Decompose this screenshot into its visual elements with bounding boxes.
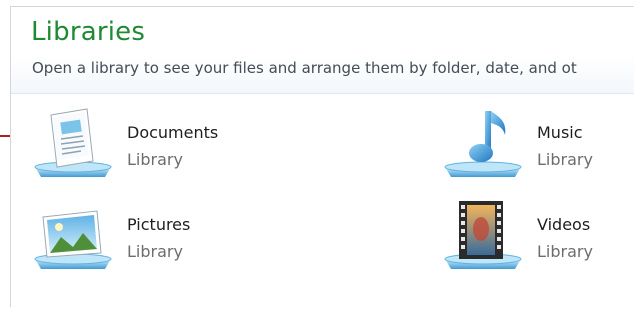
libraries-header: Libraries Open a library to see your fil… bbox=[11, 7, 634, 94]
library-item-pictures[interactable]: Pictures Library bbox=[31, 199, 221, 271]
library-item-documents[interactable]: Documents Library bbox=[31, 107, 221, 179]
library-item-videos[interactable]: Videos Library bbox=[441, 199, 631, 271]
library-type-pictures: Library bbox=[127, 242, 183, 261]
pictures-library-icon bbox=[34, 210, 112, 269]
page-title: Libraries bbox=[31, 17, 146, 47]
libraries-panel: Libraries Open a library to see your fil… bbox=[10, 6, 634, 307]
library-name-videos: Videos bbox=[537, 215, 591, 234]
library-name-music: Music bbox=[537, 123, 583, 142]
page-subtitle: Open a library to see your files and arr… bbox=[32, 59, 577, 77]
library-type-music: Library bbox=[537, 150, 593, 169]
library-name-pictures: Pictures bbox=[127, 215, 191, 234]
library-name-documents: Documents bbox=[127, 123, 219, 142]
documents-library-icon bbox=[34, 108, 112, 177]
library-type-documents: Library bbox=[127, 150, 183, 169]
library-type-videos: Library bbox=[537, 242, 593, 261]
library-item-music[interactable]: Music Library bbox=[441, 107, 631, 179]
music-library-icon bbox=[444, 111, 522, 177]
videos-library-icon bbox=[444, 201, 522, 269]
